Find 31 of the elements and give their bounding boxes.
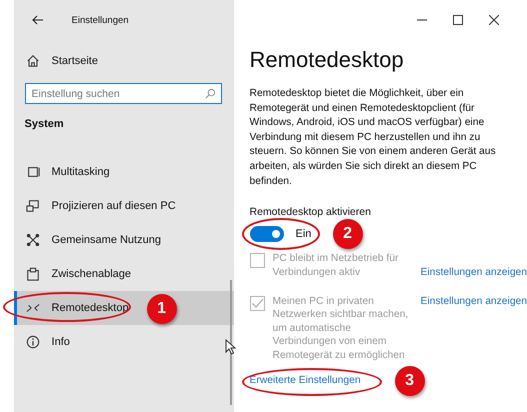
toggle-state: Ein bbox=[296, 228, 312, 240]
item-icon bbox=[26, 335, 40, 349]
checkbox-label: PC bleibt im Netzbetrieb für Verbindungen aktiv bbox=[272, 252, 400, 279]
close-icon[interactable] bbox=[489, 15, 499, 25]
callout-badge: 2 bbox=[332, 219, 363, 250]
home-item[interactable]: Startseite bbox=[14, 40, 234, 73]
item-icon bbox=[26, 267, 40, 281]
toggle-label: Remotedesktop aktivieren bbox=[250, 206, 372, 218]
window-title: Einstellungen bbox=[72, 14, 129, 26]
section-heading: System bbox=[24, 117, 65, 132]
page-title: Remotedesktop bbox=[250, 46, 405, 74]
maximize-icon[interactable] bbox=[453, 15, 463, 25]
item-icon bbox=[26, 233, 40, 247]
search-field[interactable]: Einstellung suchen bbox=[24, 83, 222, 104]
home-icon bbox=[26, 54, 40, 68]
search-icon bbox=[204, 88, 216, 99]
checkbox-label: Meinen PC in privaten Netzwerken sichtbar machen, um automatische Verbindungen von einem Remotegerät zu ermöglichen bbox=[272, 294, 409, 362]
sidebar-item[interactable]: Projizieren auf diesen PC bbox=[14, 189, 234, 223]
item-icon bbox=[26, 301, 40, 315]
sidebar-item[interactable]: Gemeinsame Nutzung bbox=[14, 223, 234, 257]
scrollbar[interactable] bbox=[230, 280, 232, 405]
sidebar-item[interactable]: Zwischenablage bbox=[14, 257, 234, 291]
item-icon bbox=[26, 165, 40, 179]
callout-badge: 3 bbox=[394, 366, 425, 396]
cursor-icon bbox=[224, 339, 236, 355]
toggle-switch[interactable] bbox=[250, 226, 284, 242]
item-icon bbox=[26, 199, 40, 213]
sidebar-item[interactable]: Multitasking bbox=[14, 155, 234, 189]
advanced-settings-link[interactable]: Erweiterte Einstellungen bbox=[250, 374, 361, 388]
description: Remotedesktop bietet die Möglichkeit, über ein Remotegerät und einen Remotedesktopclient (für Windows, Android, iOS und macOS verfügbar) eine Verbindung mit diesem PC herzustellen und ihn zu steuern. So können Sie von einem anderen Gerät aus arbeiten, als würden Sie sich direkt an diesem PC befinden. bbox=[250, 87, 497, 189]
back-icon[interactable] bbox=[32, 15, 44, 25]
